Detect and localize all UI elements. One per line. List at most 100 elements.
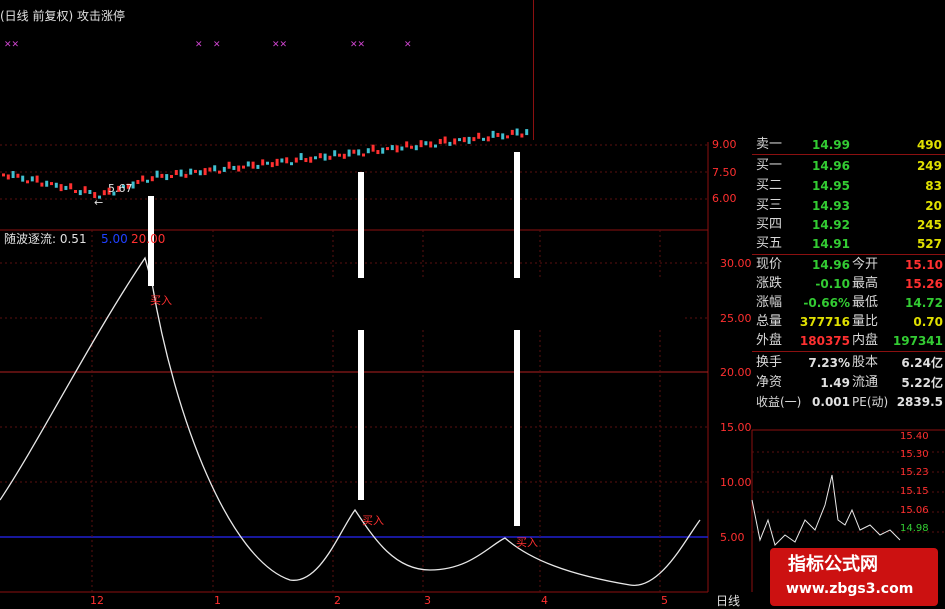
- divider: [752, 154, 945, 155]
- buy4-label: 买四: [756, 217, 783, 232]
- stat-value: 15.10: [905, 258, 943, 272]
- candlestick: [59, 184, 63, 192]
- stat-value: 2839.5: [896, 395, 943, 409]
- indicator-param1: 5.00: [101, 232, 128, 246]
- indicator-axis-label: 30.00: [720, 257, 752, 270]
- date-axis-label: 5: [661, 594, 668, 607]
- candlestick: [419, 140, 423, 148]
- stat-value: 5.22亿: [901, 376, 943, 390]
- stat-value: 180375: [799, 334, 850, 348]
- candlestick: [155, 170, 159, 178]
- stat-value: 7.23%: [808, 356, 850, 370]
- candlestick: [453, 138, 457, 145]
- candlestick: [333, 150, 337, 157]
- candlestick: [16, 173, 20, 178]
- candlestick: [304, 158, 308, 163]
- candlestick: [69, 183, 73, 190]
- candlestick: [290, 162, 293, 166]
- stat-value: -0.10: [815, 277, 850, 291]
- sell1-price: 14.99: [812, 138, 850, 152]
- candlestick: [275, 158, 279, 166]
- candlestick: [102, 190, 106, 196]
- stat-label: 涨幅: [756, 295, 783, 310]
- candlestick: [405, 141, 409, 148]
- candlestick: [328, 155, 332, 160]
- stat-value: 377716: [799, 315, 850, 329]
- candlestick: [26, 180, 29, 184]
- candlestick: [203, 168, 207, 176]
- date-axis-label: 12: [90, 594, 104, 607]
- candlestick: [208, 167, 212, 172]
- price-axis-label: 7.50: [712, 166, 737, 179]
- signal-marker-icon: ✕✕: [350, 40, 366, 50]
- candlestick: [251, 161, 255, 169]
- candlestick: [510, 129, 514, 135]
- stat-label: 今开: [852, 257, 879, 272]
- candlestick: [198, 170, 202, 176]
- blank-area: [534, 0, 945, 140]
- candlestick: [242, 165, 245, 169]
- candlestick: [429, 141, 433, 148]
- stat-value: 14.96: [812, 258, 850, 272]
- indicator-axis-label: 5.00: [720, 531, 745, 544]
- price-axis-label: 9.00: [712, 138, 737, 151]
- candlestick: [35, 175, 39, 183]
- candlestick: [30, 176, 34, 182]
- candlestick: [83, 186, 87, 194]
- watermark-title: 指标公式网: [788, 554, 878, 575]
- candlestick: [237, 165, 241, 172]
- candlestick: [256, 164, 260, 169]
- candlestick: [227, 161, 231, 169]
- price-axis-label: 6.00: [712, 192, 737, 205]
- buy5-vol: 527: [916, 237, 942, 251]
- signal-marker-icon: ✕: [213, 40, 221, 50]
- buy1-vol: 249: [916, 159, 942, 173]
- stat-value: 197341: [892, 334, 943, 348]
- candlestick: [246, 161, 250, 167]
- buy3-vol: 20: [925, 199, 942, 213]
- stat-label: 最低: [852, 295, 879, 310]
- indicator-axis-label: 25.00: [720, 312, 752, 325]
- indicator-axis-label: 10.00: [720, 476, 752, 489]
- stat-label: 总量: [756, 314, 783, 329]
- buy4-vol: 245: [916, 218, 942, 232]
- candlestick: [515, 128, 519, 136]
- candlestick: [381, 147, 385, 154]
- candlestick: [347, 149, 351, 157]
- candlestick: [477, 132, 481, 139]
- candlestick: [45, 180, 49, 187]
- candlestick: [438, 138, 442, 144]
- candlestick: [141, 175, 145, 182]
- stat-label: 量比: [852, 314, 879, 329]
- mini-axis-label: 15.15: [900, 486, 929, 497]
- candlestick: [458, 138, 461, 142]
- candlestick: [160, 173, 164, 178]
- period-tab[interactable]: 日线: [716, 594, 740, 608]
- candlestick: [232, 165, 236, 170]
- stat-label: 最高: [852, 276, 879, 291]
- stat-value: 14.72: [905, 296, 943, 310]
- mini-axis-label: 14.98: [900, 523, 929, 534]
- stat-label: 外盘: [756, 333, 783, 348]
- stat-value: 1.49: [820, 376, 850, 390]
- candlestick: [318, 153, 322, 159]
- indicator-param2: 20.00: [131, 232, 166, 246]
- stat-label: 净资: [756, 375, 783, 390]
- candlestick: [424, 141, 428, 146]
- candlestick: [366, 148, 370, 154]
- candlestick: [174, 170, 178, 176]
- candlestick: [299, 153, 303, 161]
- candlestick: [6, 174, 10, 180]
- candlestick: [170, 174, 173, 178]
- candlestick: [213, 165, 217, 172]
- date-axis-label: 3: [424, 594, 431, 607]
- candlestick: [342, 153, 346, 159]
- candlestick: [491, 130, 495, 138]
- candlestick: [54, 182, 58, 188]
- candlestick: [266, 161, 269, 165]
- candlestick: [357, 149, 361, 156]
- candlestick: [434, 144, 437, 148]
- sell1-vol: 490: [916, 138, 942, 152]
- candlestick: [150, 176, 154, 182]
- candlestick: [414, 145, 418, 151]
